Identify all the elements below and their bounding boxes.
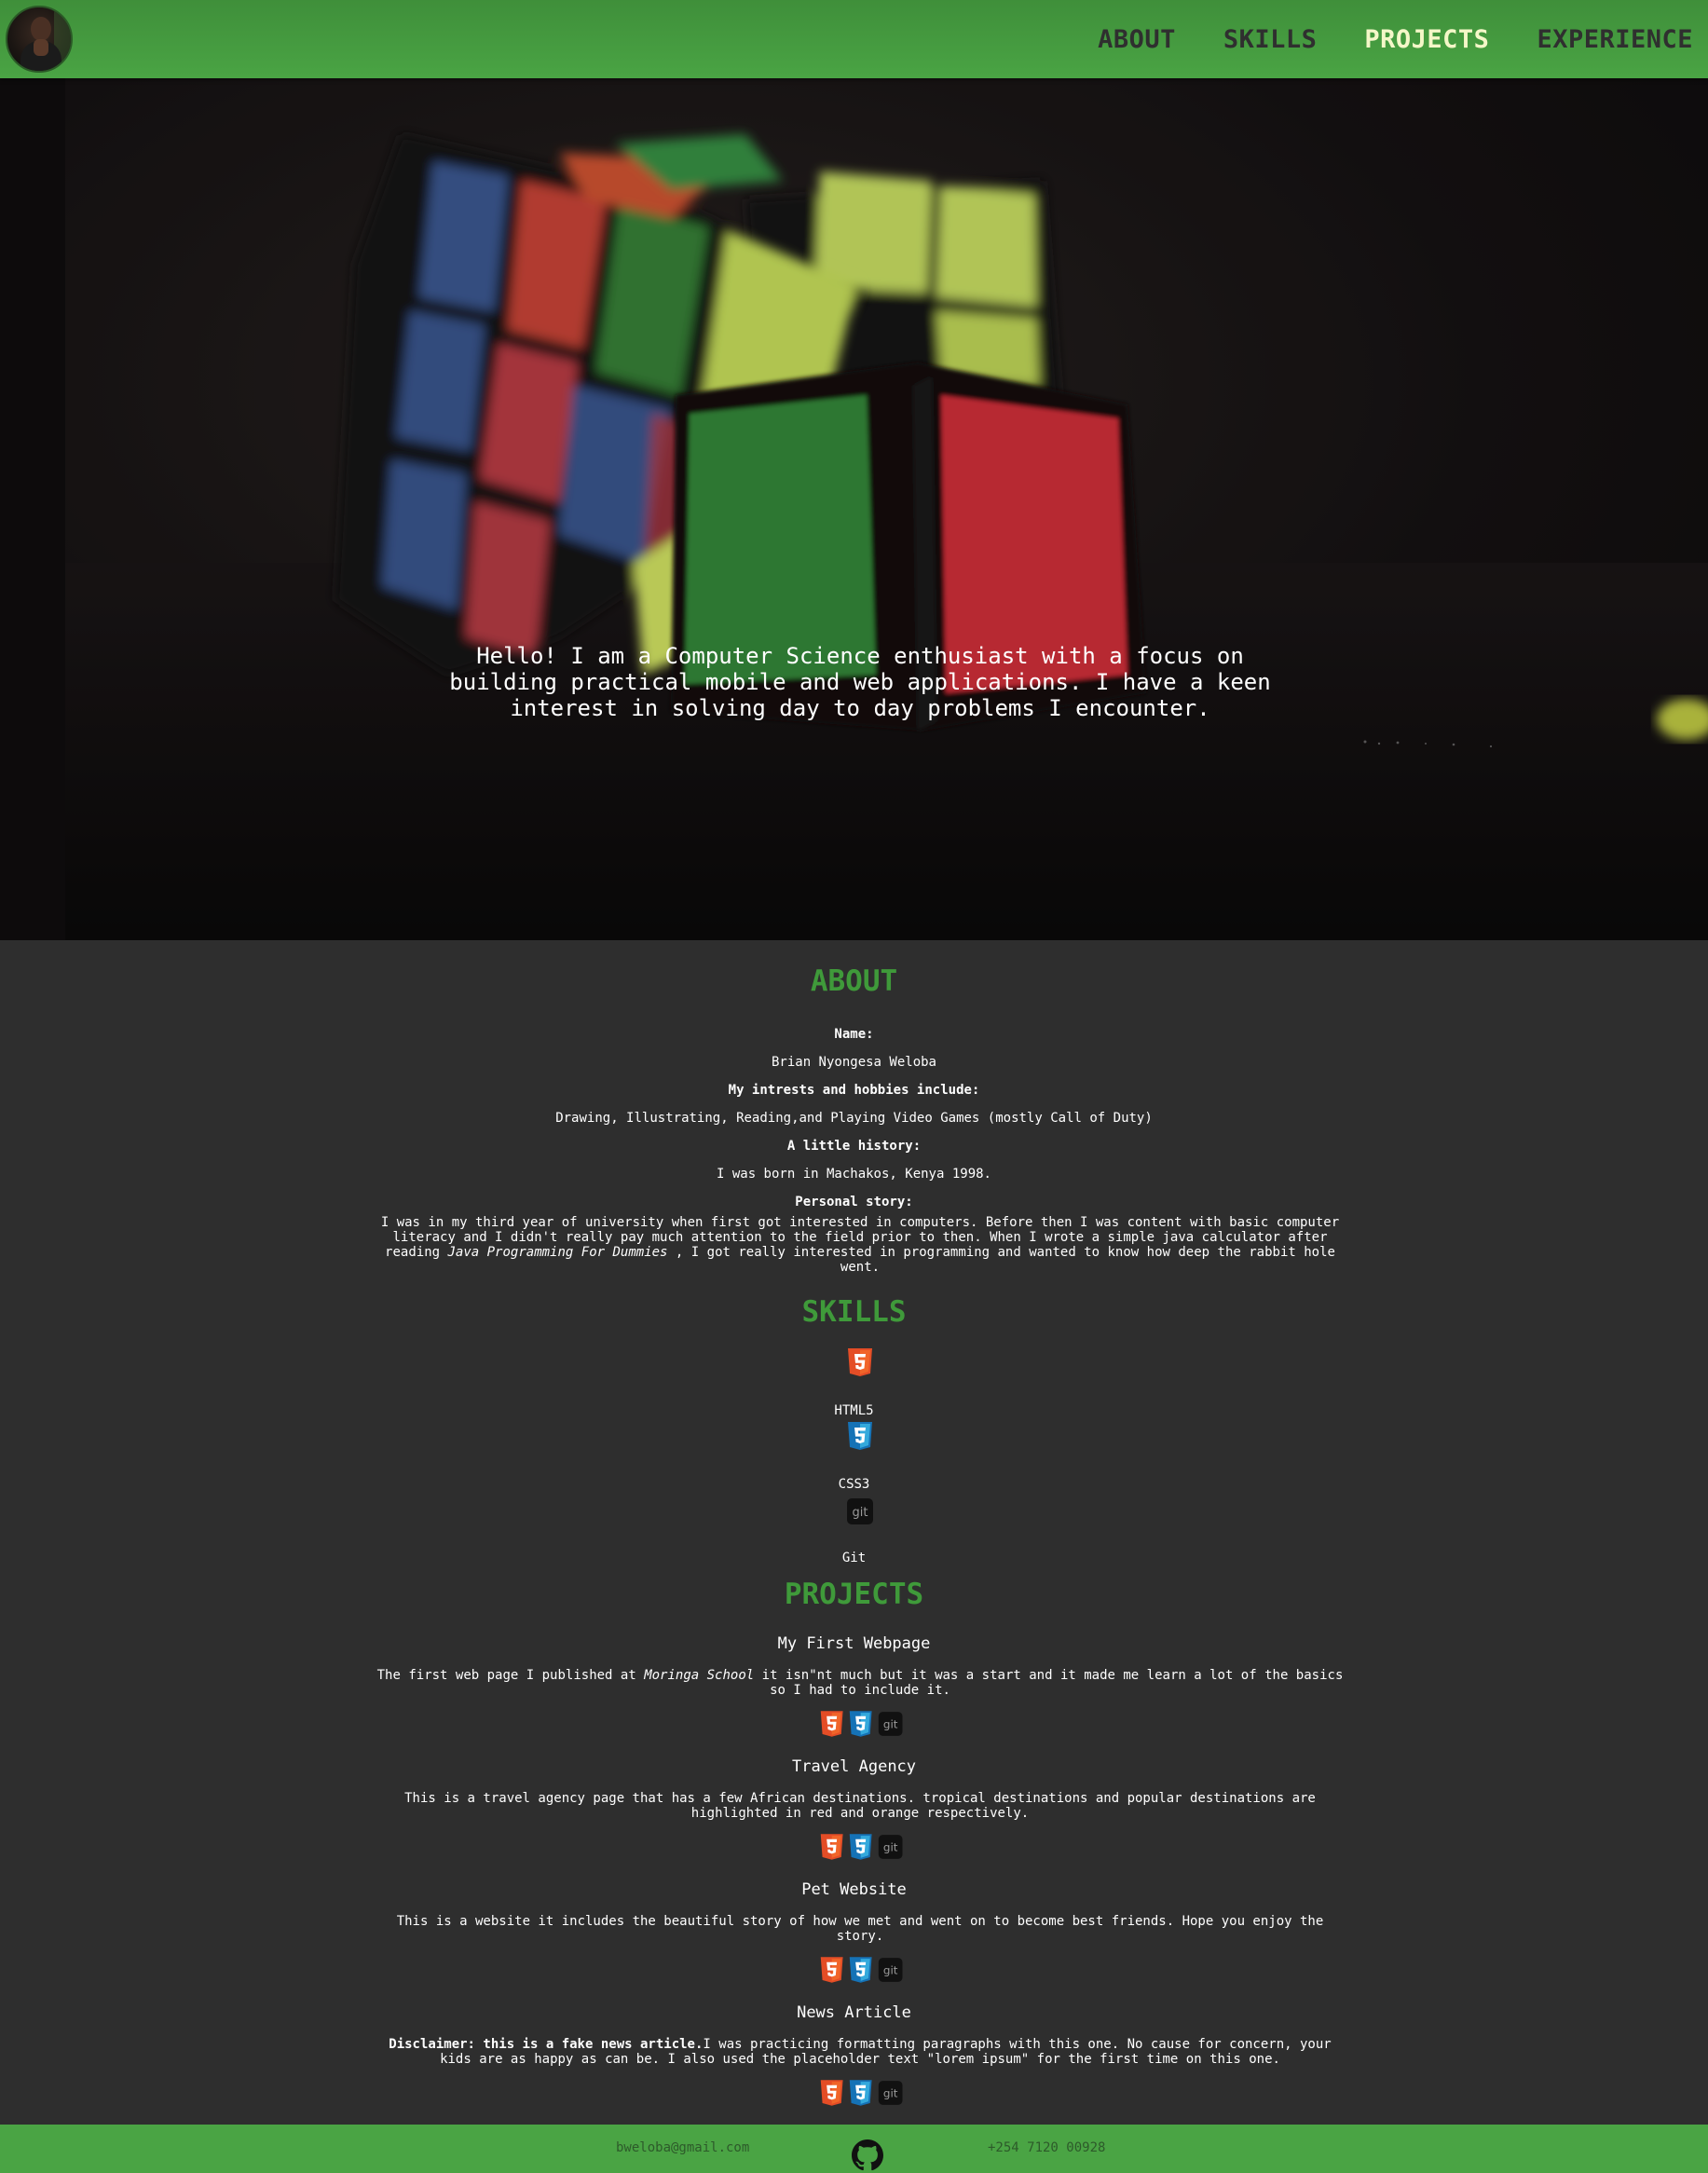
project-title-pet-website[interactable]: Pet Website: [0, 1879, 1708, 1900]
skill-name-git: Git: [841, 1551, 867, 1565]
footer-email[interactable]: bweloba@gmail.com: [616, 2140, 749, 2155]
about-heading: ABOUT: [810, 964, 898, 998]
footer: bweloba@gmail.com +254 7120 00928: [0, 2125, 1708, 2173]
html5-icon: [820, 2080, 843, 2106]
project-tech-icons: git: [818, 2079, 904, 2107]
hobbies-label: My intrests and hobbies include:: [728, 1083, 980, 1098]
svg-text:git: git: [883, 1718, 898, 1731]
history-label: A little history:: [786, 1139, 922, 1154]
svg-text:git: git: [883, 1964, 898, 1977]
git-icon: git: [878, 1835, 903, 1859]
svg-text:git: git: [853, 1506, 868, 1520]
project-desc-travel-agency: This is a travel agency page that has a …: [404, 1791, 1316, 1821]
avatar[interactable]: [6, 6, 73, 73]
git-icon: git: [878, 2081, 903, 2105]
top-navbar: ABOUT SKILLS PROJECTS EXPERIENCE: [0, 0, 1708, 78]
git-icon: git: [878, 1712, 903, 1736]
book-title: Java Programming For Dummies: [447, 1245, 668, 1260]
svg-text:git: git: [883, 1841, 898, 1854]
html5-icon: [820, 1711, 843, 1737]
html5-icon: [848, 1348, 872, 1376]
git-icon: git: [878, 1958, 903, 1982]
nav-link-projects[interactable]: PROJECTS: [1364, 25, 1489, 54]
hero-background-image: [0, 78, 1708, 940]
skills-heading: SKILLS: [801, 1295, 907, 1329]
hero-intro-text: Hello! I am a Computer Science enthusias…: [449, 643, 1271, 721]
project-desc-news-article: Disclaimer: this is a fake news article.…: [389, 2037, 1332, 2067]
projects-heading: PROJECTS: [784, 1578, 924, 1611]
skill-name-css3: CSS3: [838, 1477, 870, 1492]
git-icon: git: [847, 1498, 873, 1524]
story-text: I was in my third year of university whe…: [380, 1215, 1340, 1275]
html5-icon: [820, 1834, 843, 1860]
skill-name-html5: HTML5: [834, 1403, 874, 1418]
project-tech-icons: git: [818, 1833, 904, 1861]
story-label: Personal story:: [795, 1195, 913, 1210]
project-desc-first-webpage: The first web page I published at Moring…: [376, 1668, 1344, 1698]
project-title-travel-agency[interactable]: Travel Agency: [0, 1756, 1708, 1777]
history-value: I was born in Machakos, Kenya 1998.: [716, 1167, 991, 1182]
project-tech-icons: git: [818, 1956, 904, 1984]
css3-icon: [850, 1711, 872, 1737]
html5-icon: [820, 1957, 843, 1983]
nav-link-skills[interactable]: SKILLS: [1223, 25, 1318, 54]
hero-section: Hello! I am a Computer Science enthusias…: [0, 78, 1708, 940]
css3-icon: [850, 2080, 872, 2106]
project-tech-icons: git: [818, 1710, 904, 1738]
footer-phone[interactable]: +254 7120 00928: [988, 2140, 1105, 2155]
name-value: Brian Nyongesa Weloba: [771, 1055, 936, 1070]
svg-text:git: git: [883, 2087, 898, 2100]
nav-link-experience[interactable]: EXPERIENCE: [1537, 25, 1693, 54]
project-title-news-article[interactable]: News Article: [0, 2002, 1708, 2023]
name-label: Name:: [834, 1027, 874, 1042]
hobbies-value: Drawing, Illustrating, Reading,and Playi…: [555, 1111, 1153, 1126]
github-icon[interactable]: [852, 2139, 883, 2171]
nav-link-about[interactable]: ABOUT: [1098, 25, 1176, 54]
css3-icon: [850, 1957, 872, 1983]
project-desc-pet-website: This is a website it includes the beauti…: [396, 1914, 1324, 1944]
css3-icon: [848, 1422, 872, 1450]
project-title-first-webpage[interactable]: My First Webpage: [0, 1633, 1708, 1654]
css3-icon: [850, 1834, 872, 1860]
nav-links: ABOUT SKILLS PROJECTS EXPERIENCE: [1050, 0, 1693, 78]
